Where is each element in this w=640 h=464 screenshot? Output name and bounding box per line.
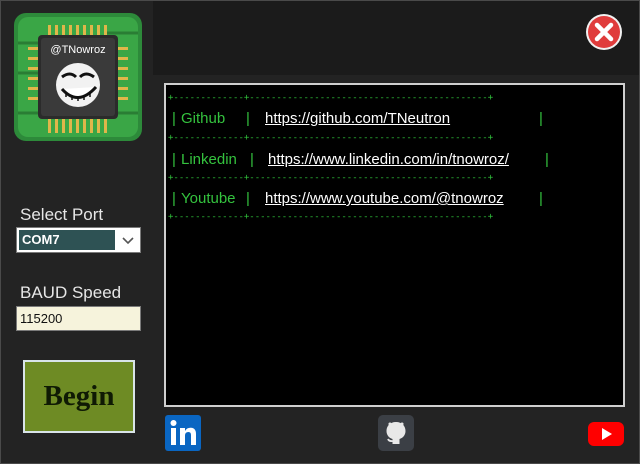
console-separator: +-------------+-------------------------… bbox=[168, 93, 494, 103]
begin-button[interactable]: Begin bbox=[23, 360, 135, 433]
app-window: @TNowroz Select Port COM7 BAUD Speed 115… bbox=[0, 0, 640, 464]
console-output: +-------------+-------------------------… bbox=[164, 83, 625, 407]
select-port-label: Select Port bbox=[20, 205, 104, 224]
title-bar bbox=[153, 1, 639, 75]
port-select-value: COM7 bbox=[19, 230, 115, 250]
console-row-label: Linkedin bbox=[181, 151, 237, 168]
youtube-link[interactable]: https://www.youtube.com/@tnowroz bbox=[265, 190, 504, 207]
baud-speed-input[interactable]: 115200 bbox=[16, 306, 141, 331]
console-pipe: | bbox=[246, 110, 250, 127]
linkedin-icon bbox=[165, 415, 201, 451]
console-pipe: | bbox=[172, 110, 176, 127]
console-pipe: | bbox=[250, 151, 254, 168]
github-icon bbox=[378, 415, 414, 451]
baud-speed-label: BAUD Speed bbox=[20, 283, 122, 302]
console-pipe: | bbox=[172, 151, 176, 168]
linkedin-link[interactable]: https://www.linkedin.com/in/tnowroz/ bbox=[268, 151, 509, 168]
chevron-down-icon bbox=[122, 237, 134, 245]
console-separator: +-------------+-------------------------… bbox=[168, 173, 494, 183]
console-separator: +-------------+-------------------------… bbox=[168, 133, 494, 143]
console-pipe: | bbox=[246, 190, 250, 207]
github-link[interactable]: https://github.com/TNeutron bbox=[265, 110, 450, 127]
github-button[interactable] bbox=[378, 415, 414, 451]
console-row-label: Youtube bbox=[181, 190, 236, 207]
console-pipe: | bbox=[172, 190, 176, 207]
console-row-label: Github bbox=[181, 110, 226, 127]
console-separator: +-------------+-------------------------… bbox=[168, 212, 494, 222]
console-pipe: | bbox=[539, 110, 543, 127]
close-button[interactable] bbox=[585, 13, 623, 51]
youtube-button[interactable] bbox=[587, 415, 625, 451]
youtube-icon bbox=[588, 422, 624, 446]
chip-logo-icon: @TNowroz bbox=[14, 13, 142, 141]
console-pipe: | bbox=[539, 190, 543, 207]
logo-text: @TNowroz bbox=[50, 44, 106, 56]
port-select[interactable]: COM7 bbox=[16, 227, 141, 253]
close-icon bbox=[586, 14, 622, 50]
linkedin-button[interactable] bbox=[165, 415, 201, 451]
console-pipe: | bbox=[545, 151, 549, 168]
